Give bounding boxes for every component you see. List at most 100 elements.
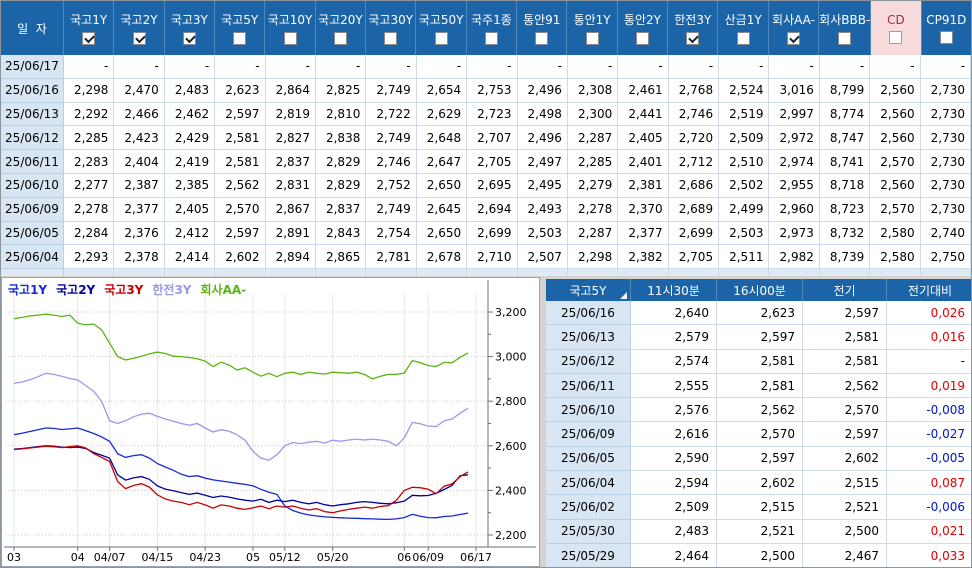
quote-row[interactable]: 25/05/30 2,483 2,521 2,500 0,021 [546,519,971,544]
rate-table-row[interactable]: 25/06/13 2,292 2,466 2,462 2,597 2,819 2,810 2,… [1,102,971,127]
quote-column-header-2[interactable]: 16시00분 [717,279,803,301]
rate-table-row[interactable]: 25/06/04 2,293 2,378 2,414 2,602 2,894 2,865 2,… [1,245,971,270]
column-checkbox-2[interactable] [182,32,196,45]
rate-column-header-14: 회사AA- [769,1,820,55]
column-checkbox-8[interactable] [484,32,498,45]
svg-text:06: 06 [397,551,411,564]
column-label: 국주1종 [471,13,512,27]
quote-row[interactable]: 25/06/02 2,509 2,515 2,521 -0,006 [546,495,971,520]
rate-table-row[interactable]: 25/06/12 2,285 2,423 2,429 2,581 2,827 2,838 2,… [1,126,971,151]
quote-row[interactable]: 25/05/29 2,464 2,500 2,467 0,033 [546,543,971,567]
quote-column-header-4[interactable]: 전기대비 [887,279,971,301]
quote-row[interactable]: 25/06/04 2,594 2,602 2,515 0,087 [546,471,971,496]
value-cell: 2,429 [164,126,216,151]
date-cell: 25/06/11 [546,373,631,399]
value-cell: 8,723 [819,197,871,222]
column-checkbox-12[interactable] [686,32,700,45]
value-cell: 2,746 [366,150,417,174]
column-checkbox-16[interactable] [889,30,903,44]
value-cell: 2,503 [517,221,568,246]
quote-row[interactable]: 25/06/05 2,590 2,597 2,602 -0,005 [546,446,971,472]
date-cell: 25/06/10 [546,398,631,423]
column-checkbox-3[interactable] [233,32,247,45]
yield-chart-panel[interactable]: 3,200 3,000 2,800 2,600 2,400 2,200 03 04 04/07 0… [1,277,540,567]
date-cell: 25/06/13 [546,325,631,350]
value-cell: - [215,55,266,79]
value-cell: - [416,55,468,79]
column-checkbox-1[interactable] [132,32,146,45]
rate-table-row[interactable]: 25/06/10 2,277 2,387 2,385 2,562 2,831 2,829 2,… [1,173,971,198]
quote-row[interactable]: 25/06/12 2,574 2,581 2,581- [546,349,971,374]
column-checkbox-7[interactable] [434,32,448,45]
quote-row[interactable]: 25/06/10 2,576 2,562 2,570 -0,008 [546,398,971,423]
series-국고3Y [13,445,469,514]
rate-column-header-2: 국고3Y [165,1,216,55]
column-checkbox-4[interactable] [283,32,297,45]
column-checkbox-11[interactable] [635,32,649,45]
column-checkbox-6[interactable] [384,32,398,45]
value-cell: 2,381 [618,173,669,198]
rate-table-row[interactable]: 25/06/16 2,298 2,470 2,483 2,623 2,864 2,825 2,… [1,78,971,103]
value-cell-1130: 2,590 [631,446,717,472]
quote-row[interactable]: 25/06/13 2,579 2,597 2,581 0,016 [546,325,971,350]
quote-row[interactable]: 25/06/16 2,640 2,623 2,597 0,026 [546,301,971,326]
series-회사AA- [13,313,469,380]
column-checkbox-10[interactable] [585,32,599,45]
svg-text:2,800: 2,800 [495,395,527,408]
rate-column-header-11: 통안2Y [618,1,669,55]
value-cell-1130: 2,574 [631,349,717,374]
value-cell-prev: 2,597 [803,301,887,326]
date-cell: 25/06/04 [1,245,64,270]
value-cell: 2,749 [366,78,417,103]
rate-table-row[interactable]: 25/06/09 2,278 2,377 2,405 2,570 2,867 2,837 2,… [1,197,971,222]
value-cell: 2,292 [64,102,115,127]
rate-table-row[interactable]: 25/06/05 2,284 2,376 2,412 2,597 2,891 2,843 2,… [1,221,971,246]
legend-item: 국고3Y [104,283,144,297]
quote-sort-header[interactable]: 국고5Y [546,279,631,301]
quote-row[interactable]: 25/06/11 2,555 2,581 2,562 0,019 [546,373,971,399]
quote-row[interactable]: 25/06/09 2,616 2,570 2,597 -0,027 [546,422,971,447]
value-cell: 2,982 [769,245,820,270]
value-cell: 2,825 [315,78,367,103]
date-cell: 25/06/09 [1,197,64,222]
filler-cell [366,269,417,277]
value-cell: 2,287 [567,126,619,151]
value-cell: 2,972 [769,126,820,151]
rate-table: 일 자 국고1Y 국고2Y 국고3Y 국고5Y 국고10Y 국고20Y 국고30Y 국고50Y… [1,1,971,277]
value-cell: - [164,55,216,79]
quote-column-header-3[interactable]: 전기 [803,279,887,301]
column-checkbox-17[interactable] [939,30,953,44]
date-column-header: 일 자 [1,1,64,55]
value-cell-prev: 2,521 [803,495,887,520]
filler-cell [769,269,820,277]
column-checkbox-0[interactable] [82,32,96,45]
value-cell: 2,560 [870,102,921,127]
series-국고2Y [13,445,469,507]
value-cell: 2,810 [315,102,367,127]
column-checkbox-14[interactable] [786,32,800,45]
value-cell: 2,752 [366,173,417,198]
rate-table-row[interactable]: 25/06/11 2,283 2,404 2,419 2,581 2,837 2,829 2,… [1,150,971,174]
value-cell: - [618,55,669,79]
rate-column-header-13: 산금1Y [718,1,769,55]
value-cell: 2,749 [366,197,417,222]
value-cell: 8,747 [819,126,871,151]
value-cell: 2,781 [366,245,417,270]
value-cell: 2,560 [870,173,921,198]
value-cell: 2,829 [315,150,367,174]
rate-table-row[interactable]: 25/06/17- - - - - - - - - - - - - - - - - - [1,55,971,79]
column-checkbox-9[interactable] [535,32,549,45]
quote-column-header-1[interactable]: 11시30분 [631,279,717,301]
column-checkbox-13[interactable] [736,32,750,45]
value-cell: 2,720 [668,126,720,151]
value-cell: 2,710 [467,245,518,270]
column-checkbox-15[interactable] [838,32,852,45]
value-cell-prev: 2,515 [803,471,887,496]
value-cell: 2,560 [870,126,921,151]
value-cell: 2,838 [315,126,367,151]
value-cell-1130: 2,509 [631,495,717,520]
rate-column-header-8: 국주1종 [467,1,518,55]
column-checkbox-5[interactable] [333,32,347,45]
value-cell: 2,401 [618,150,669,174]
change-cell: -0,005 [887,446,971,472]
